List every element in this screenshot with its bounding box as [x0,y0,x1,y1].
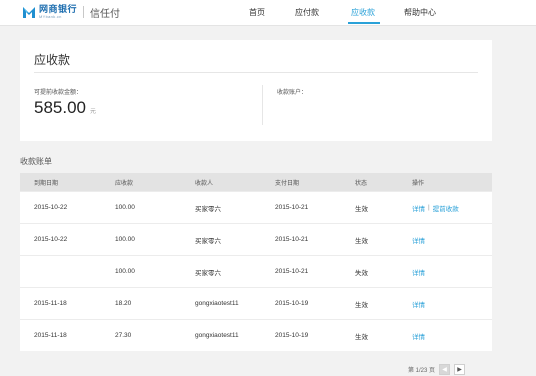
advance-amount-label: 可提前收款金额： [34,90,83,96]
receiving-account-label: 收款账户： [277,90,308,96]
advance-amount: 585.00 元 [34,98,96,118]
vertical-divider [262,85,263,125]
pay-date: 2015-10-21 [275,268,309,275]
amount: 100.00 [115,236,135,243]
advance-collect-link[interactable]: 提前收款 [433,203,459,213]
due-date: 2015-10-22 [34,236,68,243]
status: 生效 [355,301,368,309]
detail-link[interactable]: 详情 [412,235,425,245]
col-status: 状态 [355,180,368,187]
detail-link[interactable]: 详情 [412,331,425,341]
table-row: 2015-10-22 100.00 买家零六 2015-10-21 生效 详情 [20,223,492,255]
nav-home[interactable]: 首页 [249,7,265,18]
page-indicator: 第 1/23 页 [408,368,436,374]
nav-help-center[interactable]: 帮助中心 [404,7,436,18]
status: 生效 [355,333,368,341]
col-pay-date: 支付日期 [275,180,300,187]
detail-link[interactable]: 详情 [412,267,425,277]
amount: 18.20 [115,300,132,307]
amount: 27.30 [115,332,132,339]
card-divider [34,72,478,73]
payee: 买家零六 [195,205,221,213]
detail-link[interactable]: 详情 [412,299,425,309]
page-title: 应收款 [34,53,71,67]
table-row: 2015-11-18 27.30 gongxiaotest11 2015-10-… [20,319,492,351]
pay-date: 2015-10-19 [275,300,309,307]
table-row: 2015-11-18 18.20 gongxiaotest11 2015-10-… [20,287,492,319]
row-actions: 详情 [412,224,425,255]
col-actions: 操作 [412,180,425,187]
amount: 100.00 [115,268,135,275]
pay-date: 2015-10-21 [275,204,309,211]
payee: gongxiaotest11 [195,300,239,307]
nav-receivables[interactable]: 应收款 [351,7,375,18]
pay-date: 2015-10-19 [275,332,309,339]
table-row: 2015-10-22 100.00 买家零六 2015-10-21 生效 详情 … [20,191,492,223]
detail-link[interactable]: 详情 [412,203,425,213]
payee: gongxiaotest11 [195,332,239,339]
advance-amount-value: 585.00 [34,98,86,117]
payee: 买家零六 [195,269,221,277]
amount-unit: 元 [90,109,97,115]
nav-active-indicator [348,22,380,24]
receivables-summary-card: 应收款 可提前收款金额： 585.00 元 收款账户： [20,40,492,141]
status: 失效 [355,269,368,277]
table-header: 到期日期 应收款 收款人 支付日期 状态 操作 [20,173,492,191]
status: 生效 [355,205,368,213]
nav-payables[interactable]: 应付款 [295,7,319,18]
pagination: 第 1/23 页 ◀ ▶ [408,364,466,375]
bill-section-title: 收款账单 [20,157,52,166]
due-date: 2015-10-22 [34,204,68,211]
next-page-button[interactable]: ▶ [454,364,466,375]
due-date: 2015-11-18 [34,332,67,339]
payee: 买家零六 [195,237,221,245]
row-actions: 详情 [412,256,425,287]
status: 生效 [355,237,368,245]
amount: 100.00 [115,204,135,211]
top-header: 网商银行 MYbank.cn 信任付 首页 应付款 应收款 帮助中心 [0,0,536,26]
row-actions: 详情 | 提前收款 [412,192,459,223]
prev-page-button[interactable]: ◀ [439,364,451,375]
pay-date: 2015-10-21 [275,236,309,243]
action-separator: | [428,204,430,211]
table-row: 100.00 买家零六 2015-10-21 失效 详情 [20,255,492,287]
row-actions: 详情 [412,320,425,351]
receivables-table: 到期日期 应收款 收款人 支付日期 状态 操作 2015-10-22 100.0… [20,173,492,351]
col-payee: 收款人 [195,180,214,187]
due-date: 2015-11-18 [34,300,67,307]
row-actions: 详情 [412,288,425,319]
main-nav: 首页 应付款 应收款 帮助中心 [0,0,536,26]
col-amount: 应收款 [115,180,134,187]
col-due-date: 到期日期 [34,180,59,187]
